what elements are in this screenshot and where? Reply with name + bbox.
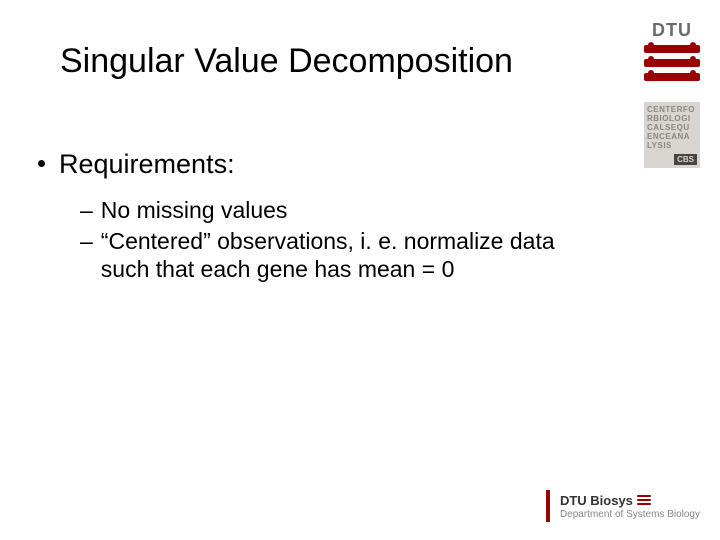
slide: Singular Value Decomposition Requirement… [0,0,720,540]
bullet-text: Requirements: [59,148,235,182]
slide-title: Singular Value Decomposition [60,42,513,81]
bullet-text: “Centered” observations, i. e. normalize… [101,227,598,285]
bullet-text: No missing values [101,196,288,225]
bullet-dash-icon: – [80,196,93,225]
cbs-logo: CENTERFO RBIOLOGI CALSEQU ENCEANA LYSIS … [644,102,700,168]
bullet-dash-icon: – [80,227,93,256]
cbs-logo-badge: CBS [674,154,697,165]
bullet-dot-icon [38,160,45,167]
dtu-logo-icon [644,45,700,81]
dtu-logo: DTU [644,20,700,81]
footer-logo-line1: DTU Biosys [560,493,700,508]
bullet-level2: – “Centered” observations, i. e. normali… [80,227,598,285]
bullet-level2: – No missing values [80,196,598,225]
footer-logo-bar-icon [546,490,550,522]
footer-logo-mark-icon [637,495,651,505]
slide-body: Requirements: – No missing values – “Cen… [38,148,598,286]
footer-logo: DTU Biosys Department of Systems Biology [546,490,700,522]
cbs-logo-text: CENTERFO RBIOLOGI CALSEQU ENCEANA LYSIS [647,105,697,150]
footer-logo-line2: Department of Systems Biology [560,509,700,520]
footer-logo-title: DTU Biosys [560,493,633,508]
dtu-logo-text: DTU [644,20,700,41]
bullet-level1: Requirements: [38,148,598,182]
